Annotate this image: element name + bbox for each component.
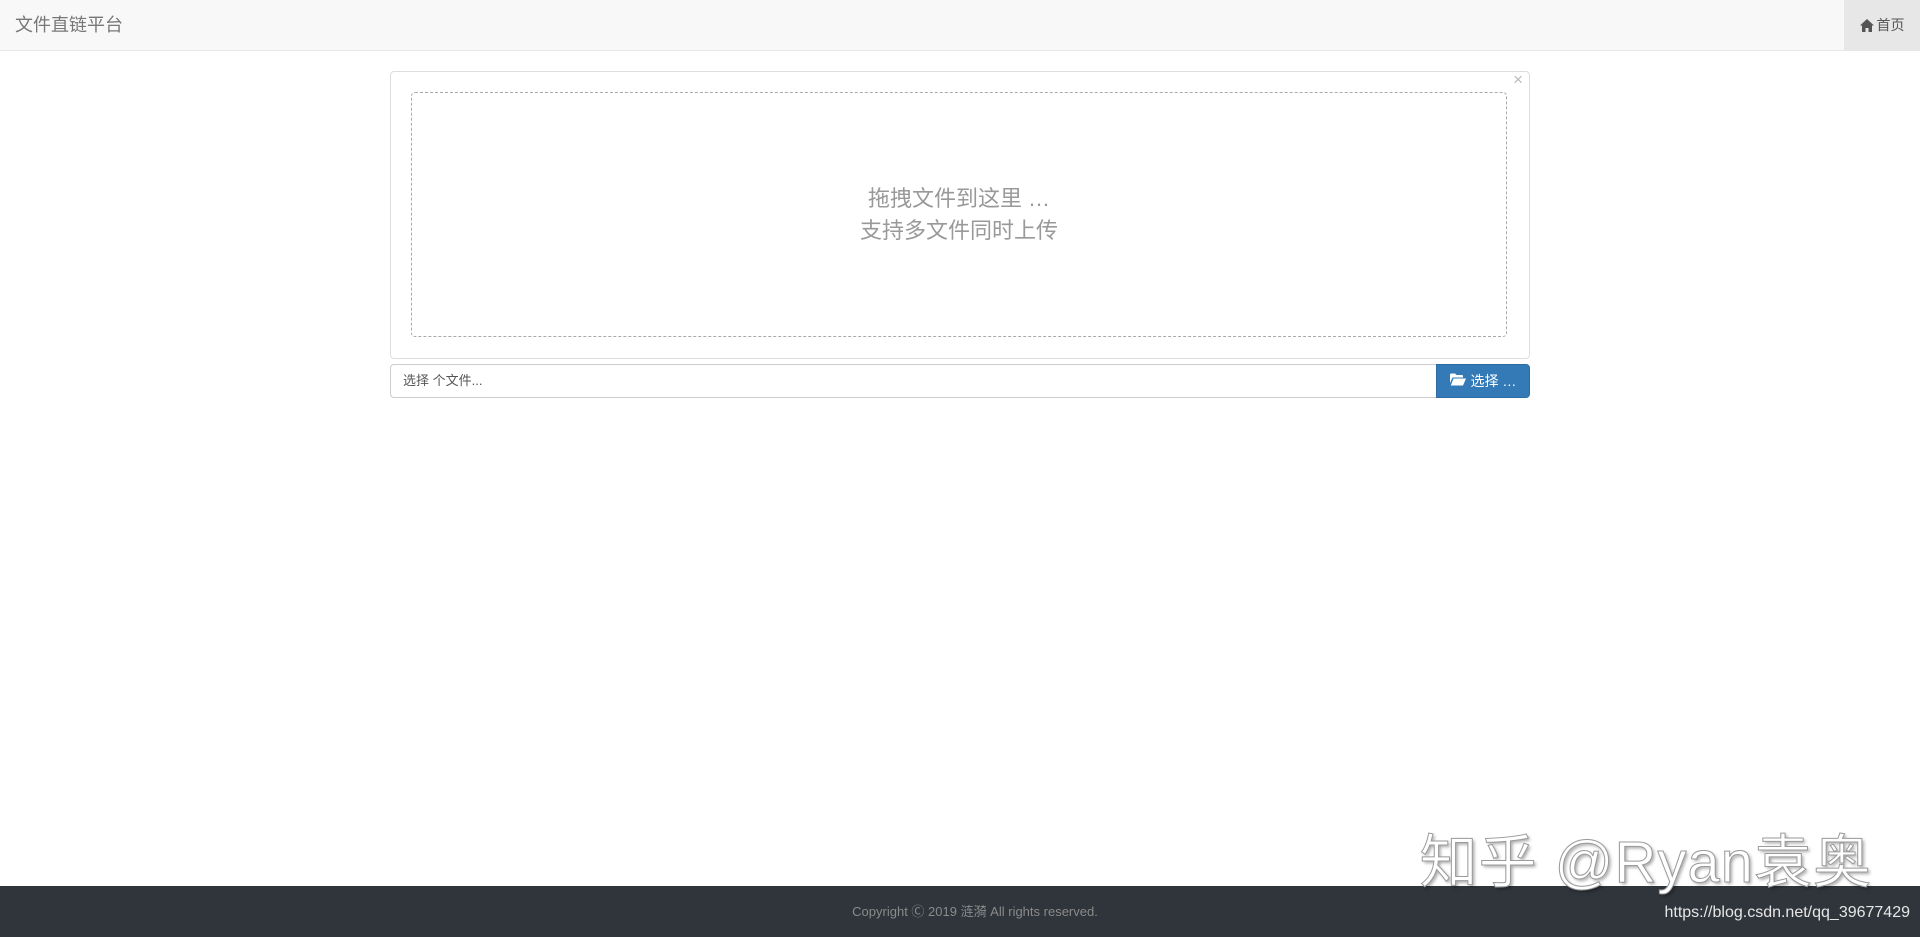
browse-button[interactable]: 选择 … — [1436, 364, 1530, 398]
nav-home-label: 首页 — [1876, 17, 1905, 33]
close-icon[interactable]: × — [1513, 70, 1523, 90]
drop-zone-subtitle: 支持多文件同时上传 — [859, 217, 1058, 243]
drop-zone-title: 拖拽文件到这里 … — [867, 185, 1051, 211]
zhihu-watermark: 知乎 @Ryan袁奥 — [1419, 830, 1872, 896]
source-url-watermark: https://blog.csdn.net/qq_39677429 — [1664, 904, 1910, 921]
nav-home-link[interactable]: 首页 — [1844, 0, 1920, 50]
file-preview-panel: × 拖拽文件到这里 … 支持多文件同时上传 — [390, 70, 1530, 359]
navbar-brand[interactable]: 文件直链平台 — [15, 0, 123, 50]
file-input-group: 选择 个文件... 选择 … — [390, 364, 1530, 398]
folder-open-icon — [1449, 373, 1466, 389]
home-icon — [1859, 18, 1874, 32]
drop-zone[interactable]: 拖拽文件到这里 … 支持多文件同时上传 — [411, 92, 1507, 337]
browse-button-label: 选择 … — [1470, 373, 1517, 389]
navbar: 文件直链平台 首页 — [0, 0, 1920, 51]
file-caption-field[interactable]: 选择 个文件... — [390, 364, 1436, 398]
